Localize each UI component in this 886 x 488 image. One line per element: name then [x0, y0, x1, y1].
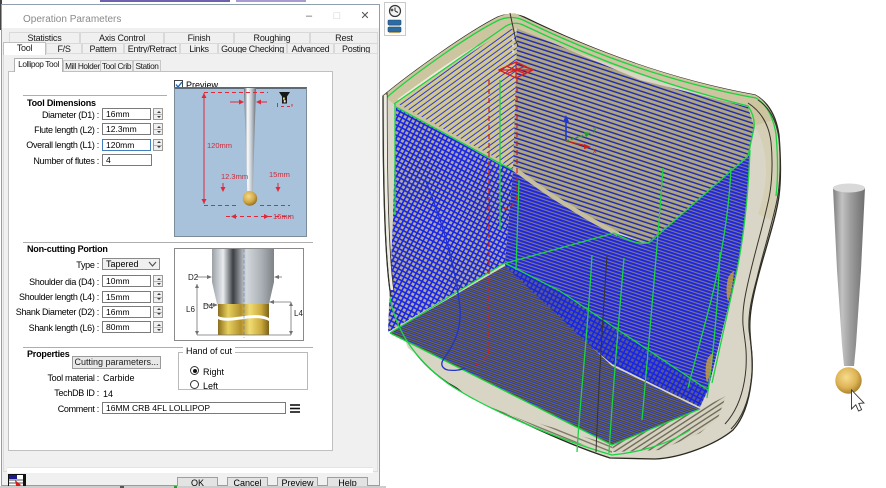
- svg-text:12.3mm: 12.3mm: [221, 172, 248, 181]
- svg-text:D4: D4: [203, 302, 214, 311]
- svg-text:D2: D2: [188, 273, 199, 282]
- svg-text:L4: L4: [294, 309, 303, 318]
- svg-text:16mm: 16mm: [273, 212, 294, 221]
- svg-text:15mm: 15mm: [269, 170, 290, 179]
- svg-text:120mm: 120mm: [207, 141, 232, 150]
- svg-text:y: y: [593, 126, 597, 133]
- svg-text:x: x: [593, 148, 597, 155]
- svg-text:L6: L6: [186, 305, 195, 314]
